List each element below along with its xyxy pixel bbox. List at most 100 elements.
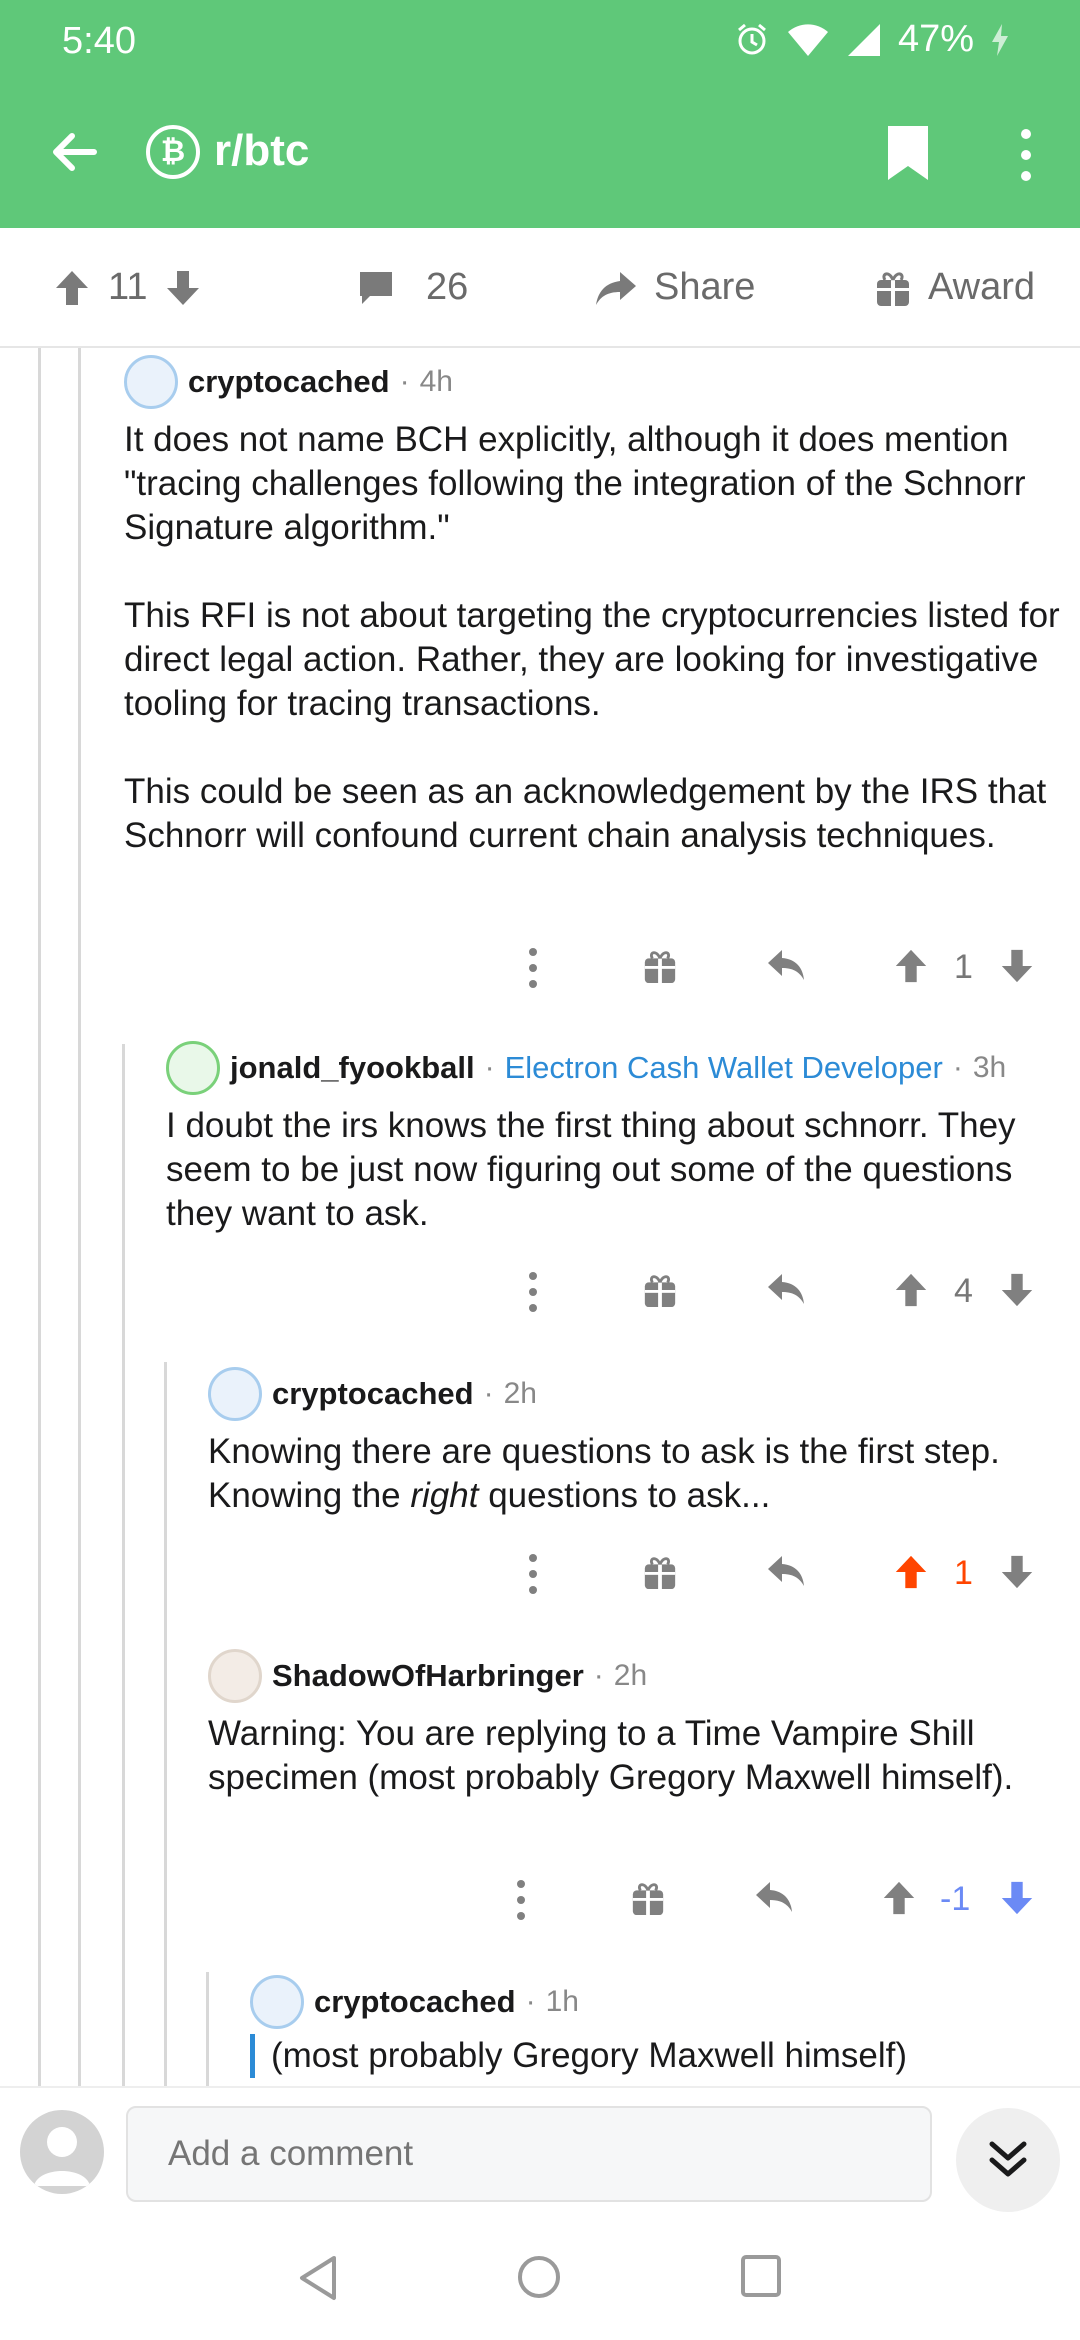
user-avatar[interactable] xyxy=(20,2110,104,2194)
post-vote-group: 11 xyxy=(52,266,203,309)
reply-icon[interactable] xyxy=(764,1552,808,1592)
gift-icon[interactable] xyxy=(642,1552,678,1592)
comment-age: 2h xyxy=(613,1659,648,1692)
comment-actions: 1 xyxy=(0,1552,1080,1602)
more-options-icon[interactable] xyxy=(526,1270,540,1314)
status-time: 5:40 xyxy=(62,20,136,62)
avatar[interactable] xyxy=(208,1367,262,1421)
comment-body: I doubt the irs knows the first thing ab… xyxy=(166,1104,1066,1236)
award-button[interactable]: Award xyxy=(874,266,1035,309)
subreddit-icon[interactable]: ₿ xyxy=(146,125,200,179)
meta-separator: · xyxy=(525,1985,536,2018)
thread-rail[interactable] xyxy=(38,348,41,2086)
comment-body: It does not name BCH explicitly, althoug… xyxy=(124,418,1068,858)
more-options-icon[interactable] xyxy=(526,1552,540,1596)
downvote-icon[interactable] xyxy=(998,1878,1036,1918)
wifi-icon xyxy=(787,23,828,56)
comment: cryptocached · 4h It does not name BCH e… xyxy=(124,354,1068,858)
more-options-icon[interactable] xyxy=(526,946,540,990)
thread-rail[interactable] xyxy=(78,348,81,2086)
subreddit-name[interactable]: r/btc xyxy=(214,126,309,176)
comment: cryptocached · 2h Knowing there are ques… xyxy=(208,1366,1068,1518)
status-bar: 5:40 47% xyxy=(0,0,1080,80)
meta-separator: · xyxy=(593,1659,604,1692)
avatar[interactable] xyxy=(250,1975,304,2029)
comment-meta: jonald_fyookball · Electron Cash Wallet … xyxy=(166,1040,1066,1096)
battery-level: 47% xyxy=(897,18,974,60)
meta-separator: · xyxy=(484,1051,495,1084)
comment-username[interactable]: cryptocached xyxy=(314,1984,516,2020)
avatar[interactable] xyxy=(124,355,178,409)
comment-score: -1 xyxy=(940,1880,971,1918)
comment-score: 4 xyxy=(954,1272,973,1310)
nav-home-icon[interactable] xyxy=(516,2254,562,2300)
comment-username[interactable]: jonald_fyookball xyxy=(230,1050,475,1086)
comments-count: 26 xyxy=(426,266,469,308)
upvote-icon[interactable] xyxy=(52,268,92,308)
comment-body: Knowing there are questions to ask is th… xyxy=(208,1430,1068,1518)
downvote-icon[interactable] xyxy=(998,1552,1036,1592)
avatar[interactable] xyxy=(166,1041,220,1095)
upvote-icon[interactable] xyxy=(880,1878,918,1918)
upvote-icon[interactable] xyxy=(892,1552,930,1592)
comment-age: 1h xyxy=(545,1985,579,2018)
meta-separator: · xyxy=(483,1377,494,1410)
signal-icon xyxy=(847,23,880,56)
gift-icon[interactable] xyxy=(642,1270,678,1310)
double-chevron-down-icon xyxy=(989,2141,1027,2177)
comment-paragraph: Warning: You are replying to a Time Vamp… xyxy=(208,1714,1014,1797)
comment-age: 4h xyxy=(419,365,453,398)
comment-username[interactable]: cryptocached xyxy=(188,364,390,400)
more-options-icon[interactable] xyxy=(514,1878,528,1922)
share-button[interactable]: Share xyxy=(594,266,755,309)
downvote-icon[interactable] xyxy=(163,268,203,308)
bookmark-icon[interactable] xyxy=(886,124,930,182)
comment-username[interactable]: ShadowOfHarbringer xyxy=(272,1658,584,1694)
comment: ShadowOfHarbringer · 2h Warning: You are… xyxy=(208,1648,1068,1800)
alarm-icon xyxy=(737,23,766,54)
add-comment-input[interactable] xyxy=(126,2106,932,2202)
comment-score: 1 xyxy=(954,948,973,986)
meta-separator: · xyxy=(399,365,410,398)
upvote-icon[interactable] xyxy=(892,946,930,986)
award-label: Award xyxy=(928,266,1036,308)
thread-rail[interactable] xyxy=(206,1972,209,2086)
gift-icon[interactable] xyxy=(642,946,678,986)
reply-icon[interactable] xyxy=(764,1270,808,1310)
downvote-icon[interactable] xyxy=(998,946,1036,986)
thread-rail[interactable] xyxy=(164,1362,167,2086)
gift-icon[interactable] xyxy=(630,1878,666,1918)
status-icons: 47% xyxy=(734,18,1010,61)
comment-paragraph: This RFI is not about targeting the cryp… xyxy=(124,596,1060,723)
comment-paragraph: It does not name BCH explicitly, althoug… xyxy=(124,420,1026,547)
post-action-bar: 11 26 Share Award xyxy=(0,228,1080,348)
comment-emphasis: right xyxy=(410,1476,479,1515)
person-icon xyxy=(34,2127,90,2186)
share-icon xyxy=(596,271,636,305)
reply-icon[interactable] xyxy=(752,1878,796,1918)
comment-username[interactable]: cryptocached xyxy=(272,1376,474,1412)
share-label: Share xyxy=(654,266,756,308)
meta-separator: · xyxy=(952,1051,963,1084)
comment-age: 2h xyxy=(503,1377,537,1410)
comment-actions: -1 xyxy=(0,1878,1080,1928)
comment-input-bar xyxy=(0,2086,1080,2216)
nav-recents-icon[interactable] xyxy=(740,2254,782,2298)
back-arrow-icon[interactable] xyxy=(44,122,104,182)
upvote-icon[interactable] xyxy=(892,1270,930,1310)
collapse-threads-button[interactable] xyxy=(956,2108,1060,2212)
comment: cryptocached · 1h (most probably Gregory… xyxy=(250,1974,1070,2078)
comment-meta: ShadowOfHarbringer · 2h xyxy=(208,1648,1068,1704)
comment-age: 3h xyxy=(972,1051,1007,1084)
comment-paragraph: I doubt the irs knows the first thing ab… xyxy=(166,1106,1016,1233)
nav-back-icon[interactable] xyxy=(298,2254,340,2302)
post-score: 11 xyxy=(108,266,148,308)
comments-count-button[interactable]: 26 xyxy=(356,266,468,309)
reply-icon[interactable] xyxy=(764,946,808,986)
user-flair: Electron Cash Wallet Developer xyxy=(504,1050,943,1085)
more-options-icon[interactable] xyxy=(1016,126,1036,184)
comment-actions: 1 xyxy=(0,946,1080,996)
comment-meta: cryptocached · 4h xyxy=(124,354,1068,410)
avatar[interactable] xyxy=(208,1649,262,1703)
downvote-icon[interactable] xyxy=(998,1270,1036,1310)
